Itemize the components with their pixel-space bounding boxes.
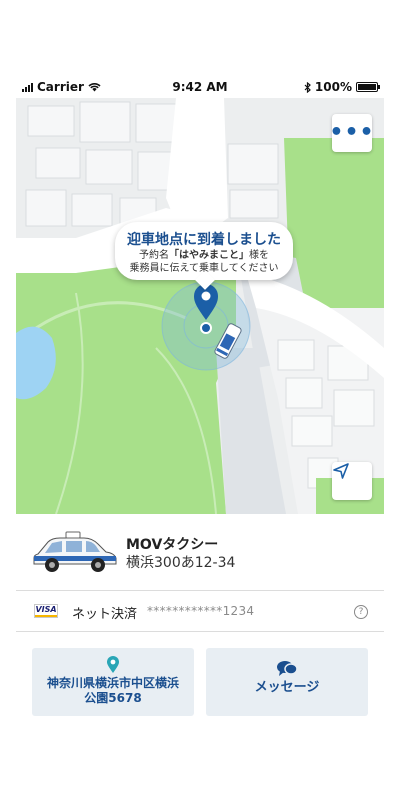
card-number: ************1234 xyxy=(147,604,255,618)
reservation-prefix: 予約名 xyxy=(139,250,169,261)
visa-card-icon: VISA xyxy=(34,604,58,618)
map-view[interactable]: 迎車地点に到着しました 予約名「はやみまこと」様を 乗務員に伝えて乗車してくださ… xyxy=(16,98,384,514)
bluetooth-icon xyxy=(304,81,311,93)
help-icon[interactable]: ? xyxy=(354,605,368,619)
divider-top xyxy=(16,590,384,591)
taxi-company-name: MOVタクシー xyxy=(126,537,219,553)
pickup-address-line2: 公園5678 xyxy=(84,691,142,705)
message-label: メッセージ xyxy=(254,680,320,695)
more-dots-icon: ••• xyxy=(329,120,375,145)
phone-screen: Carrier 9:42 AM 100% 迎車地点に到着しました 予約名「はやみ… xyxy=(16,76,384,726)
battery-percent: 100% xyxy=(314,80,352,94)
pickup-location-button[interactable]: 神奈川県横浜市中区横浜 公園5678 xyxy=(32,648,194,716)
status-right: 100% xyxy=(304,80,380,94)
arrival-message-line2: 乗務員に伝えて乗車してください xyxy=(129,263,279,274)
payment-row[interactable]: VISA ネット決済 ************1234 ? xyxy=(16,592,384,632)
status-bar: Carrier 9:42 AM 100% xyxy=(16,76,384,98)
more-menu-button[interactable]: ••• xyxy=(329,114,375,152)
license-plate: 横浜300あ12-34 xyxy=(126,555,236,571)
taxi-icon xyxy=(33,531,117,572)
reservation-name: 「はやみまこと」 xyxy=(169,250,249,261)
pickup-address-line1: 神奈川県横浜市中区横浜 xyxy=(46,676,179,690)
current-location-button[interactable] xyxy=(332,462,372,500)
divider-bottom xyxy=(16,631,384,632)
map-canvas xyxy=(16,98,384,514)
reservation-suffix: 様を xyxy=(249,250,269,261)
payment-method-label: ネット決済 xyxy=(72,607,138,622)
location-arrow-icon xyxy=(333,463,349,479)
arrival-title: 迎車地点に到着しました xyxy=(127,232,281,248)
arrival-message-line1: 予約名「はやみまこと」様を xyxy=(115,249,293,262)
battery-icon xyxy=(356,82,380,92)
vehicle-info: MOVタクシー 横浜300あ12-34 xyxy=(16,514,384,586)
arrival-bubble: 迎車地点に到着しました 予約名「はやみまこと」様を 乗務員に伝えて乗車してくださ… xyxy=(115,222,293,280)
chat-bubbles-icon xyxy=(277,661,298,676)
location-pin-icon xyxy=(107,656,119,673)
message-button[interactable]: メッセージ xyxy=(206,648,368,716)
